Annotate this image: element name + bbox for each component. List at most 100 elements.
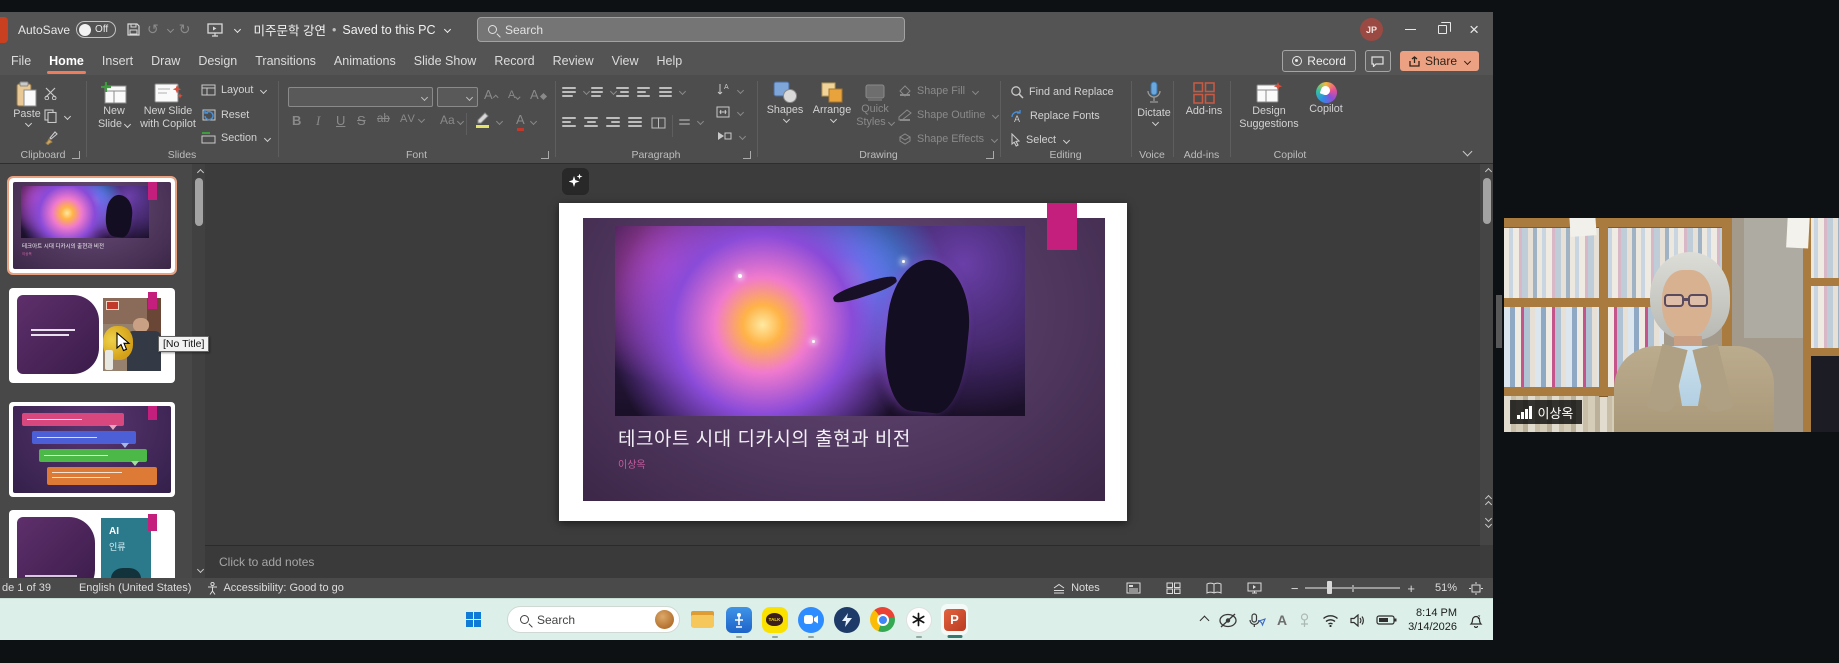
tab-animations[interactable]: Animations — [325, 49, 405, 75]
slide-number-indicator[interactable]: de 1 of 39 — [2, 582, 51, 594]
powerpoint-app-icon[interactable] — [0, 16, 8, 43]
shape-effects-button[interactable]: Shape Effects — [898, 133, 999, 145]
zoom-in-button[interactable]: + — [1407, 581, 1415, 596]
thumbnail-scrollbar[interactable] — [192, 164, 205, 578]
microphone-location-icon[interactable] — [1249, 612, 1266, 628]
scroll-up-icon[interactable] — [196, 168, 205, 177]
replace-fonts-button[interactable]: A Replace Fonts — [1010, 109, 1100, 123]
faint-tray-icon[interactable] — [1298, 612, 1311, 628]
clear-formatting-button[interactable]: A — [530, 87, 547, 102]
chrome-icon[interactable] — [869, 606, 896, 633]
shrink-font-button[interactable]: A — [508, 89, 521, 101]
double-strikethrough-button[interactable]: ab — [377, 113, 390, 125]
thumbnail-scrollbar-thumb[interactable] — [194, 178, 203, 226]
battery-icon[interactable] — [1376, 614, 1397, 626]
font-color-button[interactable]: A — [516, 112, 538, 131]
share-button[interactable]: Share — [1399, 51, 1479, 71]
ime-indicator[interactable]: A — [1277, 612, 1287, 628]
zoom-out-button[interactable]: − — [1291, 581, 1299, 596]
clipboard-dialog-launcher[interactable] — [72, 151, 80, 159]
zoom-level[interactable]: 51% — [1427, 582, 1457, 594]
dictate-button[interactable]: Dictate — [1135, 81, 1173, 126]
new-slide-button[interactable]: New Slide — [92, 81, 136, 131]
font-size-combobox[interactable] — [437, 87, 478, 107]
canvas-scrollbar[interactable] — [1480, 164, 1493, 545]
zoom-slider[interactable] — [1305, 581, 1401, 595]
lightning-app-icon[interactable] — [833, 606, 860, 633]
slide-thumbnail-2[interactable] — [9, 288, 175, 383]
layout-button[interactable]: Layout — [201, 84, 268, 96]
shapes-button[interactable]: Shapes — [763, 81, 807, 123]
slide-thumbnail-4[interactable]: AI 인류 — [9, 510, 175, 578]
minimize-button[interactable] — [1405, 28, 1417, 31]
select-button[interactable]: Select — [1010, 133, 1071, 147]
slide-page[interactable]: 테크아트 시대 디카시의 출현과 비전 이상옥 — [559, 203, 1127, 521]
text-highlight-button[interactable] — [475, 111, 503, 128]
powerpoint-taskbar-icon[interactable]: P — [941, 604, 968, 638]
tab-design[interactable]: Design — [189, 49, 246, 75]
accessibility-status[interactable]: Accessibility: Good to go — [223, 582, 343, 594]
canvas-scrollbar-thumb[interactable] — [1482, 178, 1491, 224]
search-box[interactable]: Search — [477, 17, 905, 42]
redo-icon[interactable]: ↻ — [179, 21, 191, 38]
add-table-button[interactable] — [679, 118, 705, 126]
record-button[interactable]: Record — [1282, 50, 1356, 72]
align-left-button[interactable] — [562, 117, 576, 127]
slide-subtitle[interactable]: 이상옥 — [618, 456, 646, 471]
slide-show-view-icon[interactable] — [1247, 582, 1262, 594]
increase-indent-button[interactable] — [637, 87, 650, 97]
paste-button[interactable]: Paste — [8, 81, 46, 127]
new-slide-with-copilot-button[interactable]: New Slide with Copilot — [138, 81, 198, 131]
language-indicator[interactable]: English (United States) — [79, 582, 192, 594]
document-title[interactable]: 미주문학 강연 • Saved to this PC — [254, 20, 451, 39]
tab-draw[interactable]: Draw — [142, 49, 189, 75]
notes-pane[interactable]: Click to add notes — [205, 545, 1480, 578]
tray-overflow-icon[interactable] — [1199, 615, 1210, 625]
design-suggestions-button[interactable]: Design Suggestions — [1238, 81, 1300, 131]
copy-button[interactable] — [44, 109, 72, 123]
slide-thumbnail-3[interactable] — [9, 402, 175, 497]
autosave-toggle[interactable]: Off — [76, 21, 117, 38]
justify-button[interactable] — [628, 117, 642, 127]
notes-toggle-button[interactable]: Notes — [1071, 582, 1100, 594]
shape-outline-button[interactable]: Shape Outline — [898, 109, 1000, 121]
slide-accent-rectangle[interactable] — [1047, 203, 1077, 250]
quick-access-dropdown-icon[interactable] — [233, 25, 241, 34]
undo-icon[interactable]: ↺ — [147, 21, 159, 38]
drawing-dialog-launcher[interactable] — [986, 151, 994, 159]
reading-view-icon[interactable] — [1206, 582, 1222, 594]
tab-help[interactable]: Help — [647, 49, 691, 75]
taskbar-clock[interactable]: 8:14 PM 3/14/2026 — [1408, 606, 1457, 635]
shape-fill-button[interactable]: Shape Fill — [898, 85, 980, 97]
change-case-button[interactable]: Aa — [440, 113, 464, 127]
quick-styles-button[interactable]: Quick Styles — [856, 83, 895, 129]
tab-slide-show[interactable]: Slide Show — [405, 49, 486, 75]
tab-view[interactable]: View — [603, 49, 648, 75]
blue-app-icon[interactable] — [725, 606, 752, 638]
tab-transitions[interactable]: Transitions — [246, 49, 325, 75]
reset-button[interactable]: Reset — [201, 108, 249, 121]
notification-bell-icon[interactable]: z — [1468, 613, 1483, 628]
italic-button[interactable]: I — [316, 113, 320, 129]
fit-slide-to-window-icon[interactable] — [1469, 581, 1483, 595]
kakaotalk-icon[interactable]: TALK — [761, 606, 788, 638]
zoom-slider-thumb[interactable] — [1327, 581, 1333, 595]
align-center-button[interactable] — [584, 117, 598, 127]
decrease-indent-button[interactable] — [616, 87, 629, 97]
taskbar-search-box[interactable]: Search — [507, 606, 680, 633]
start-slideshow-icon[interactable] — [206, 22, 223, 37]
character-spacing-button[interactable]: AV — [400, 113, 425, 125]
cut-button[interactable] — [44, 87, 57, 100]
numbering-button[interactable] — [589, 87, 618, 97]
convert-to-smartart-button[interactable] — [716, 130, 747, 143]
line-spacing-button[interactable] — [659, 87, 687, 97]
file-explorer-icon[interactable] — [689, 606, 716, 633]
add-ins-button[interactable]: Add-ins — [1180, 81, 1228, 118]
bold-button[interactable]: B — [292, 113, 301, 128]
font-name-combobox[interactable] — [288, 87, 433, 107]
volume-icon[interactable] — [1350, 613, 1365, 627]
font-dialog-launcher[interactable] — [541, 151, 549, 159]
text-direction-button[interactable]: A — [716, 83, 745, 97]
canvas-scroll-up-icon[interactable] — [1484, 167, 1493, 176]
zoom-icon[interactable] — [797, 606, 824, 638]
